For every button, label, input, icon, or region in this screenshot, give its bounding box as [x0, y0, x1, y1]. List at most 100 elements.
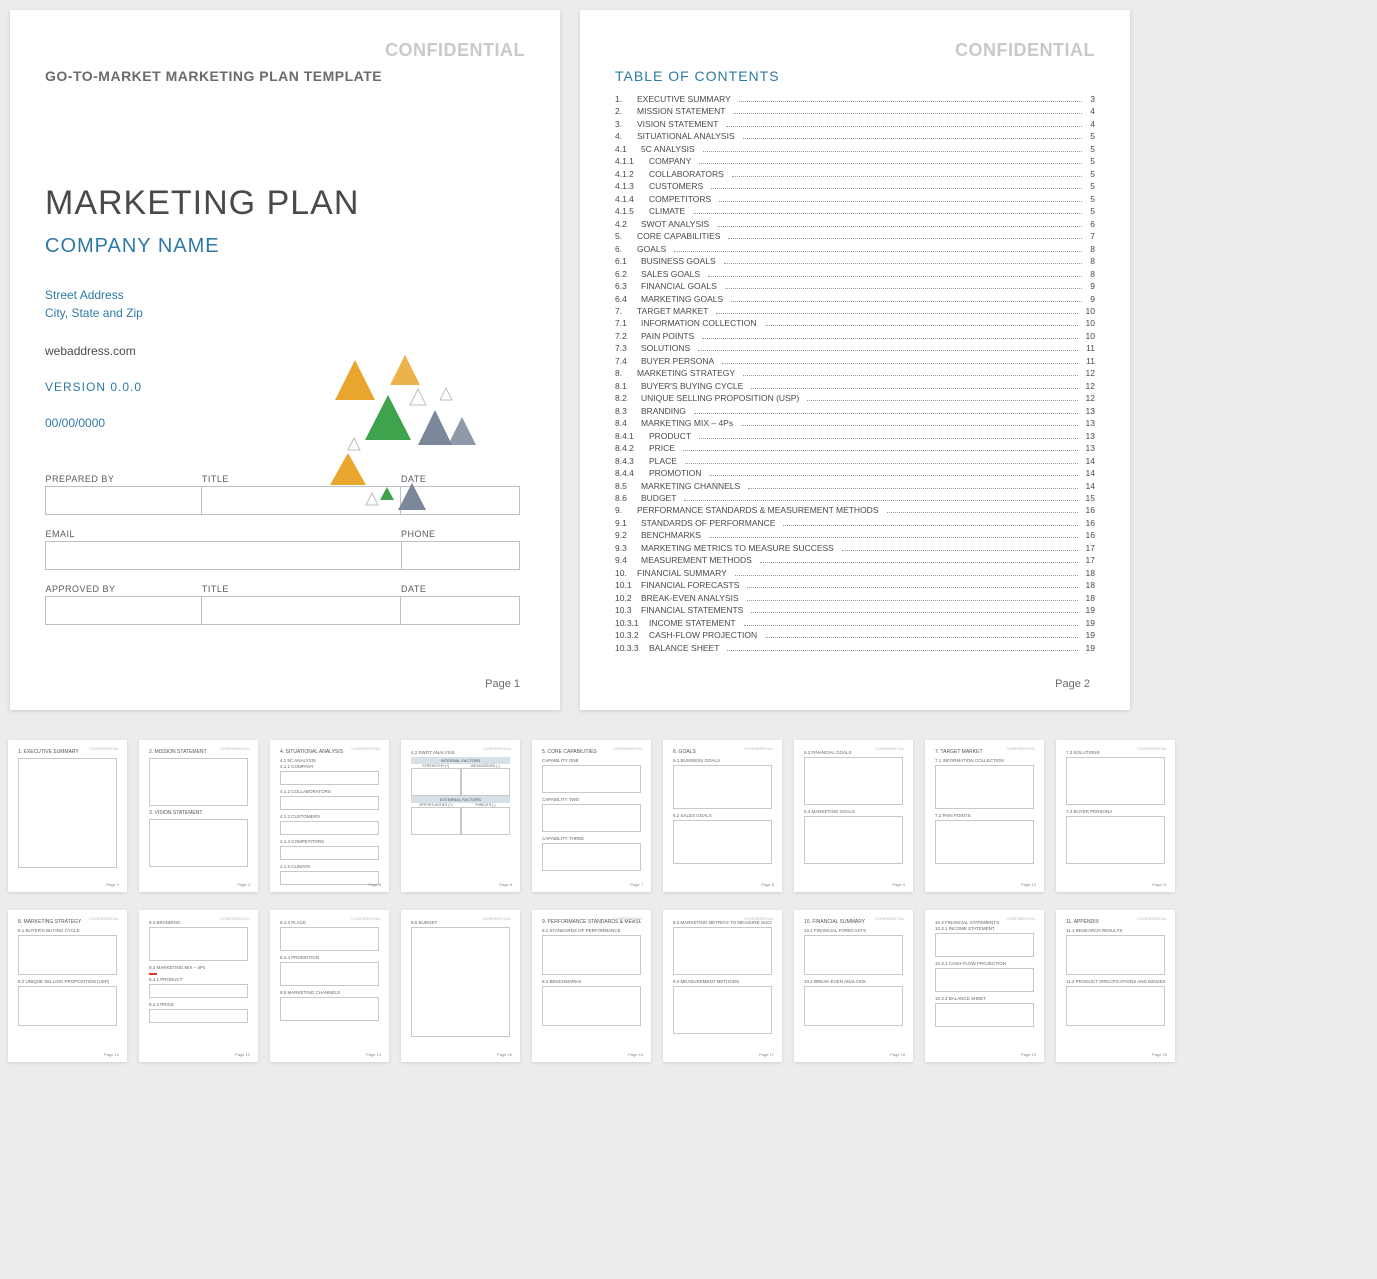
confidential-watermark: CONFIDENTIAL: [89, 916, 119, 921]
toc-entry[interactable]: 5.CORE CAPABILITIES7: [615, 231, 1095, 242]
toc-entry[interactable]: 8.4.1PRODUCT 13: [615, 431, 1095, 442]
prepared-by-cell[interactable]: [46, 487, 202, 515]
thumb-subheading: 8.4.2 PRICE: [149, 1002, 248, 1007]
toc-page: 13: [1082, 431, 1095, 442]
toc-entry[interactable]: 3.VISION STATEMENT4: [615, 119, 1095, 130]
toc-entry[interactable]: 8.1BUYER'S BUYING CYCLE12: [615, 381, 1095, 392]
toc-label: MARKETING CHANNELS: [641, 481, 744, 492]
page-thumbnail[interactable]: CONFIDENTIAL7. TARGET MARKET7.1 INFORMAT…: [925, 740, 1044, 892]
page-thumbnail[interactable]: CONFIDENTIAL8.4.3 PLACE8.4.4 PROMOTION8.…: [270, 910, 389, 1062]
thumb-subheading: 4.1.3 CUSTOMERS: [280, 814, 379, 819]
toc-entry[interactable]: 4.1.4COMPETITORS5: [615, 194, 1095, 205]
thumb-page-number: Page 13: [235, 1052, 250, 1057]
title2-cell[interactable]: [202, 597, 401, 625]
confidential-watermark: CONFIDENTIAL: [744, 746, 774, 751]
toc-entry[interactable]: 8.4.4PROMOTION14: [615, 468, 1095, 479]
page-thumbnail[interactable]: CONFIDENTIAL11. APPENDIX11.1 RESEARCH RE…: [1056, 910, 1175, 1062]
toc-entry[interactable]: 4.1.1COMPANY5: [615, 156, 1095, 167]
toc-leader: [727, 650, 1077, 651]
toc-entry[interactable]: 9.PERFORMANCE STANDARDS & MEASUREMENT ME…: [615, 505, 1095, 516]
page-thumbnail[interactable]: CONFIDENTIAL8. MARKETING STRATEGY8.1 BUY…: [8, 910, 127, 1062]
page-thumbnail[interactable]: CONFIDENTIAL5. CORE CAPABILITIESCAPABILI…: [532, 740, 651, 892]
toc-entry[interactable]: 7.2PAIN POINTS10: [615, 331, 1095, 342]
toc-entry[interactable]: 10.3.1INCOME STATEMENT19: [615, 618, 1095, 629]
page-thumbnail[interactable]: CONFIDENTIAL9. PERFORMANCE STANDARDS & M…: [532, 910, 651, 1062]
toc-leader: [783, 525, 1077, 526]
toc-number: 1.: [615, 94, 637, 105]
toc-page: 13: [1082, 443, 1095, 454]
toc-entry[interactable]: 8.4.2PRICE13: [615, 443, 1095, 454]
thumb-content-box: [673, 986, 772, 1034]
toc-label: BUDGET: [641, 493, 680, 504]
toc-entry[interactable]: 7.TARGET MARKET10: [615, 306, 1095, 317]
toc-entry[interactable]: 10.3FINANCIAL STATEMENTS19: [615, 605, 1095, 616]
toc-number: 8.4.1: [615, 431, 649, 442]
date2-cell[interactable]: [401, 597, 520, 625]
toc-page: 13: [1082, 406, 1095, 417]
page-thumbnail[interactable]: CONFIDENTIAL8.3 BRANDING8.4 MARKETING MI…: [139, 910, 258, 1062]
thumb-content-box: [149, 1009, 248, 1023]
toc-label: PROMOTION: [649, 468, 705, 479]
page-thumbnail[interactable]: CONFIDENTIAL2. MISSION STATEMENT3. VISIO…: [139, 740, 258, 892]
toc-entry[interactable]: 7.3SOLUTIONS11: [615, 343, 1095, 354]
page-thumbnail[interactable]: CONFIDENTIAL6.3 FINANCIAL GOALS6.4 MARKE…: [794, 740, 913, 892]
toc-entry[interactable]: 8.4.3PLACE14: [615, 456, 1095, 467]
thumb-content-box: [1066, 986, 1165, 1026]
thumb-page-number: Page 4: [237, 882, 250, 887]
phone-cell[interactable]: [401, 542, 520, 570]
page-thumbnail[interactable]: CONFIDENTIAL10.3 FINANCIAL STATEMENTS10.…: [925, 910, 1044, 1062]
email-cell[interactable]: [46, 542, 402, 570]
toc-entry[interactable]: 7.4BUYER PERSONA11: [615, 356, 1095, 367]
thumb-page-number: Page 10: [1021, 882, 1036, 887]
toc-entry[interactable]: 4.SITUATIONAL ANALYSIS5: [615, 131, 1095, 142]
toc-leader: [887, 512, 1078, 513]
toc-entry[interactable]: 8.3BRANDING13: [615, 406, 1095, 417]
toc-leader: [735, 575, 1078, 576]
toc-entry[interactable]: 6.3FINANCIAL GOALS9: [615, 281, 1095, 292]
toc-entry[interactable]: 4.1.3CUSTOMERS5: [615, 181, 1095, 192]
page-thumbnail[interactable]: CONFIDENTIAL4.2 SWOT ANALYSISINTERNAL FA…: [401, 740, 520, 892]
page-thumbnail[interactable]: CONFIDENTIAL10. FINANCIAL SUMMARY10.1 FI…: [794, 910, 913, 1062]
toc-entry[interactable]: 6.2SALES GOALS8: [615, 269, 1095, 280]
toc-label: MEASUREMENT METHODS: [641, 555, 756, 566]
toc-entry[interactable]: 9.1STANDARDS OF PERFORMANCE16: [615, 518, 1095, 529]
toc-entry[interactable]: 9.4MEASUREMENT METHODS17: [615, 555, 1095, 566]
page-thumbnail[interactable]: CONFIDENTIAL4. SITUATIONAL ANALYSIS4.1 5…: [270, 740, 389, 892]
toc-entry[interactable]: 6.4MARKETING GOALS9: [615, 294, 1095, 305]
approved-by-cell[interactable]: [46, 597, 202, 625]
page-thumbnail[interactable]: CONFIDENTIAL8.6 BUDGETPage 15: [401, 910, 520, 1062]
toc-label: UNIQUE SELLING PROPOSITION (USP): [641, 393, 803, 404]
toc-entry[interactable]: 2.MISSION STATEMENT4: [615, 106, 1095, 117]
toc-entry[interactable]: 4.1.2COLLABORATORS5: [615, 169, 1095, 180]
toc-entry[interactable]: 10.1FINANCIAL FORECASTS18: [615, 580, 1095, 591]
thumb-content-box: [542, 843, 641, 871]
toc-entry[interactable]: 1.EXECUTIVE SUMMARY3: [615, 94, 1095, 105]
toc-entry[interactable]: 8.6BUDGET15: [615, 493, 1095, 504]
toc-entry[interactable]: 8.4MARKETING MIX – 4Ps13: [615, 418, 1095, 429]
toc-leader: [726, 126, 1082, 127]
toc-entry[interactable]: 4.15C ANALYSIS5: [615, 144, 1095, 155]
toc-entry[interactable]: 9.2BENCHMARKS16: [615, 530, 1095, 541]
toc-entry[interactable]: 4.1.5CLIMATE5: [615, 206, 1095, 217]
toc-entry[interactable]: 10.3.2CASH-FLOW PROJECTION19: [615, 630, 1095, 641]
toc-entry[interactable]: 8.5MARKETING CHANNELS14: [615, 481, 1095, 492]
toc-entry[interactable]: 10.3.3BALANCE SHEET19: [615, 643, 1095, 654]
toc-entry[interactable]: 10.FINANCIAL SUMMARY18: [615, 568, 1095, 579]
toc-label: PRODUCT: [649, 431, 695, 442]
toc-entry[interactable]: 4.2SWOT ANALYSIS6: [615, 219, 1095, 230]
toc-entry[interactable]: 9.3MARKETING METRICS TO MEASURE SUCCESS1…: [615, 543, 1095, 554]
page-thumbnail[interactable]: CONFIDENTIAL9.3 MARKETING METRICS TO MEA…: [663, 910, 782, 1062]
toc-entry[interactable]: 6.GOALS8: [615, 244, 1095, 255]
toc-entry[interactable]: 6.1BUSINESS GOALS8: [615, 256, 1095, 267]
toc-entry[interactable]: 8.2UNIQUE SELLING PROPOSITION (USP)12: [615, 393, 1095, 404]
toc-entry[interactable]: 7.1INFORMATION COLLECTION10: [615, 318, 1095, 329]
page-thumbnail[interactable]: CONFIDENTIAL7.3 SOLUTIONS7.4 BUYER PERSO…: [1056, 740, 1175, 892]
toc-entry[interactable]: 8.MARKETING STRATEGY12: [615, 368, 1095, 379]
page-thumbnail[interactable]: CONFIDENTIAL1. EXECUTIVE SUMMARYPage 3: [8, 740, 127, 892]
toc-label: PAIN POINTS: [641, 331, 698, 342]
toc-label: PERFORMANCE STANDARDS & MEASUREMENT METH…: [637, 505, 883, 516]
toc-entry[interactable]: 10.2BREAK-EVEN ANALYSIS18: [615, 593, 1095, 604]
page-thumbnail[interactable]: CONFIDENTIAL6. GOALS6.1 BUSINESS GOALS6.…: [663, 740, 782, 892]
toc-page: 11: [1082, 343, 1095, 354]
toc-leader: [751, 612, 1077, 613]
